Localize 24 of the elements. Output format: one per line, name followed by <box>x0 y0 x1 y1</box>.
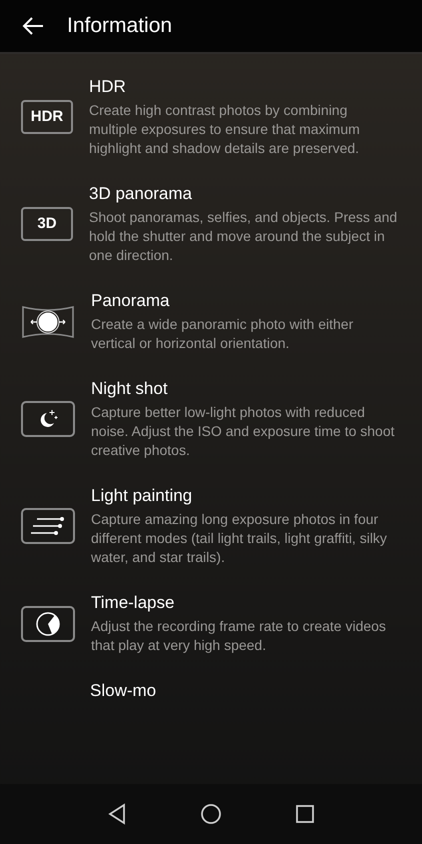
back-icon[interactable] <box>21 16 45 36</box>
recents-nav-icon[interactable] <box>295 804 316 824</box>
light-trails-icon <box>21 508 75 544</box>
back-nav-icon[interactable] <box>106 803 127 825</box>
mode-title: Night shot <box>91 378 169 400</box>
mode-description: Capture amazing long exposure photos in four different modes (tail light trails, light graffiti, silky water, and star trails). <box>91 510 388 567</box>
mode-title: Slow-mo <box>90 681 156 700</box>
home-nav-icon[interactable] <box>200 803 222 825</box>
moon-icon <box>21 401 75 437</box>
timer-icon <box>21 606 75 642</box>
mode-title: Light painting <box>91 485 194 507</box>
mode-description: Capture better low-light photos with reduced noise. Adjust the ISO and exposure time to shoot creative photos. <box>91 403 396 460</box>
mode-icon: HDR <box>21 100 73 134</box>
panorama-icon <box>21 304 75 340</box>
page-title: Information <box>67 13 172 40</box>
mode-title: 3D panorama <box>89 183 194 205</box>
mode-description: Create high contrast photos by combining multiple exposures to ensure that maximum highlight and shadow details are preserved. <box>89 101 361 158</box>
mode-description: Create a wide panoramic photo with either vertical or horizontal orientation. <box>91 315 354 353</box>
mode-title: Time-lapse <box>91 592 176 614</box>
mode-title: Panorama <box>91 290 170 312</box>
mode-icon: 3D <box>21 207 73 241</box>
mode-description: Shoot panoramas, selfies, and objects. Press and hold the shutter and move around the subject in one direction. <box>89 208 398 265</box>
mode-title: HDR <box>89 76 127 98</box>
mode-description: Adjust the recording frame rate to create videos that play at very high speed. <box>91 617 387 655</box>
